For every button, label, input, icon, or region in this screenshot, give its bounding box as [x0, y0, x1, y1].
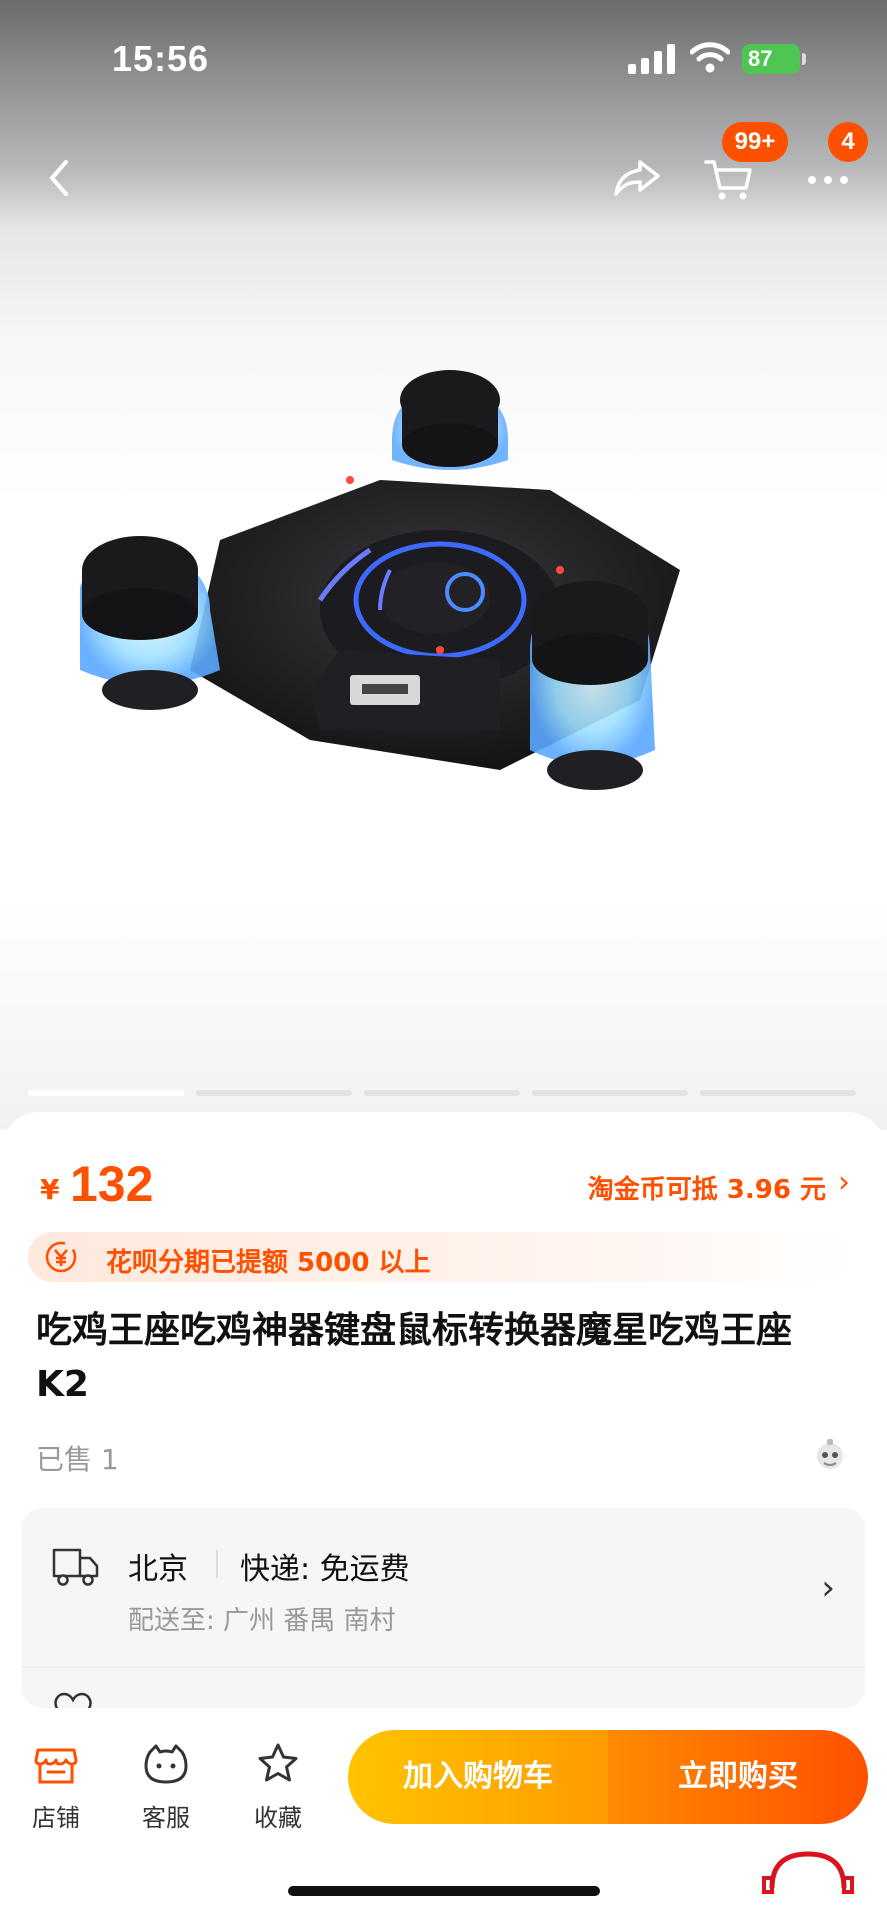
buy-now-button[interactable]: 立即购买: [608, 1730, 868, 1824]
product-image[interactable]: [80, 370, 810, 970]
currency-symbol: ¥: [40, 1173, 60, 1206]
store-label: 店铺: [32, 1804, 80, 1832]
product-price: 132: [70, 1156, 154, 1212]
status-bar: 15:56 87: [0, 0, 887, 120]
divider: [22, 1666, 865, 1668]
favorite-label: 收藏: [254, 1804, 302, 1832]
shipping-section[interactable]: 北京 快递: 免运费 配送至: 广州 番禺 南村 ›: [22, 1508, 865, 1708]
ship-origin: 北京: [128, 1552, 188, 1587]
heart-icon: [54, 1692, 92, 1708]
store-icon: [34, 1748, 78, 1784]
product-gallery[interactable]: 15:56 87 99+ 4: [0, 0, 887, 1130]
watermark-logo: [762, 1851, 854, 1894]
home-indicator[interactable]: [288, 1886, 600, 1896]
customer-service-icon: [144, 1744, 188, 1784]
chevron-left-icon: [50, 160, 68, 196]
service-tab[interactable]: 客服: [126, 1740, 206, 1840]
battery-indicator: 87: [742, 44, 800, 74]
truck-icon: [52, 1548, 99, 1586]
carousel-dot: [532, 1090, 688, 1096]
huabei-text: 花呗分期已提额 5000 以上: [106, 1248, 431, 1278]
robot-avatar-icon[interactable]: [812, 1436, 848, 1472]
sold-count: 已售 1: [36, 1443, 119, 1476]
service-label: 客服: [142, 1804, 190, 1832]
carousel-dot: [28, 1090, 184, 1096]
carousel-dot: [364, 1090, 520, 1096]
wifi-icon: [690, 42, 730, 73]
share-button[interactable]: [608, 148, 668, 208]
product-title: 吃鸡王座吃鸡神器键盘鼠标转换器魔星吃鸡王座 K2: [36, 1310, 793, 1405]
signal-icon: [628, 44, 675, 74]
chevron-right-icon: ›: [821, 1568, 835, 1608]
chevron-right-icon: ›: [838, 1165, 850, 1200]
carousel-indicator: [28, 1090, 858, 1096]
delivery-address: 配送至: 广州 番禺 南村: [128, 1606, 396, 1636]
message-count-badge: 4: [828, 122, 868, 162]
shipping-method: 快递: 免运费: [240, 1552, 410, 1587]
store-tab[interactable]: 店铺: [16, 1740, 96, 1840]
favorite-tab[interactable]: 收藏: [238, 1740, 318, 1840]
back-button[interactable]: [30, 148, 90, 208]
status-time: 15:56: [112, 38, 210, 79]
divider: [216, 1550, 218, 1578]
battery-cap: [802, 53, 806, 65]
share-icon: [614, 160, 660, 196]
yen-circle-icon: [45, 1241, 77, 1273]
huabei-banner[interactable]: 花呗分期已提额 5000 以上: [28, 1232, 854, 1282]
coin-deduction-link[interactable]: 淘金币可抵 3.96 元: [588, 1169, 826, 1206]
cart-count-badge: 99+: [722, 122, 788, 162]
star-icon: [258, 1743, 298, 1782]
price-row: ¥ 132 淘金币可抵 3.96 元 ›: [40, 1155, 850, 1215]
carousel-dot: [700, 1090, 856, 1096]
carousel-dot: [196, 1090, 352, 1096]
add-to-cart-button[interactable]: 加入购物车: [348, 1730, 608, 1824]
battery-level: 87: [748, 46, 773, 71]
